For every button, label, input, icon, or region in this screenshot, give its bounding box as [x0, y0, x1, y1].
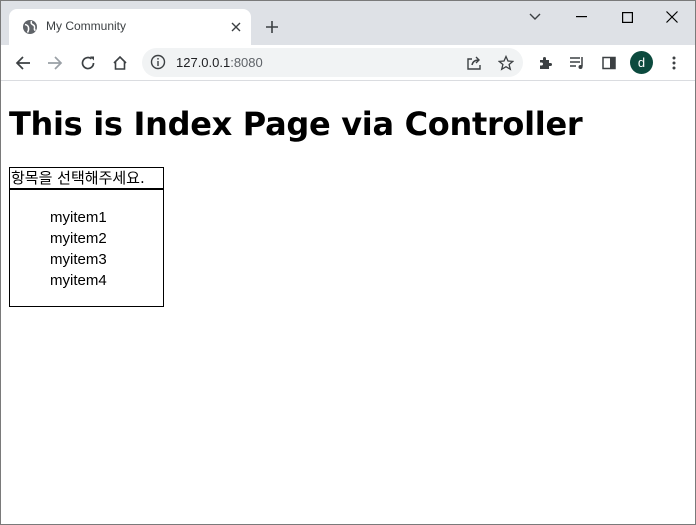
list-item[interactable]: myitem3	[50, 249, 107, 270]
tab-search-icon[interactable]	[512, 1, 558, 33]
menu-list: myitem1 myitem2 myitem3 myitem4	[50, 207, 107, 291]
url-host: 127.0.0.1	[176, 55, 231, 70]
tab-strip: My Community	[1, 1, 695, 45]
minimize-button[interactable]	[558, 1, 604, 33]
maximize-button[interactable]	[604, 1, 650, 33]
url-port: :8080	[230, 55, 263, 70]
page-content: This is Index Page via Controller 항목을 선택…	[1, 81, 695, 524]
list-item[interactable]: myitem4	[50, 270, 107, 291]
back-arrow-icon[interactable]	[10, 50, 36, 76]
tab-my-community[interactable]: My Community	[9, 9, 251, 45]
url-text[interactable]: 127.0.0.1:8080	[176, 55, 263, 70]
site-info-icon[interactable]	[150, 54, 168, 72]
menu-list-box: myitem1 myitem2 myitem3 myitem4	[9, 189, 164, 307]
home-icon[interactable]	[107, 50, 133, 76]
list-item[interactable]: myitem2	[50, 228, 107, 249]
new-tab-button[interactable]	[261, 16, 283, 38]
side-panel-icon[interactable]	[596, 50, 622, 76]
tab-title: My Community	[46, 19, 127, 33]
list-item[interactable]: myitem1	[50, 207, 107, 228]
profile-avatar[interactable]: d	[630, 51, 653, 74]
reload-icon[interactable]	[75, 50, 101, 76]
browser-toolbar: 127.0.0.1:8080 d	[1, 45, 695, 81]
bookmark-star-icon[interactable]	[493, 50, 519, 76]
forward-arrow-icon[interactable]	[42, 50, 68, 76]
close-window-button[interactable]	[649, 1, 695, 33]
close-tab-icon[interactable]	[227, 18, 245, 36]
share-icon[interactable]	[461, 50, 487, 76]
menu-title: 항목을 선택해주세요.	[9, 167, 164, 189]
media-queue-icon[interactable]	[564, 50, 590, 76]
page-heading: This is Index Page via Controller	[9, 105, 583, 143]
item-menu: 항목을 선택해주세요. myitem1 myitem2 myitem3 myit…	[9, 167, 164, 307]
extensions-puzzle-icon[interactable]	[532, 50, 558, 76]
address-bar[interactable]: 127.0.0.1:8080	[142, 48, 523, 77]
globe-icon	[22, 19, 38, 35]
browser-window: My Community 127.0.0.1:8080 d This is In…	[0, 0, 696, 525]
more-menu-icon[interactable]	[661, 50, 687, 76]
